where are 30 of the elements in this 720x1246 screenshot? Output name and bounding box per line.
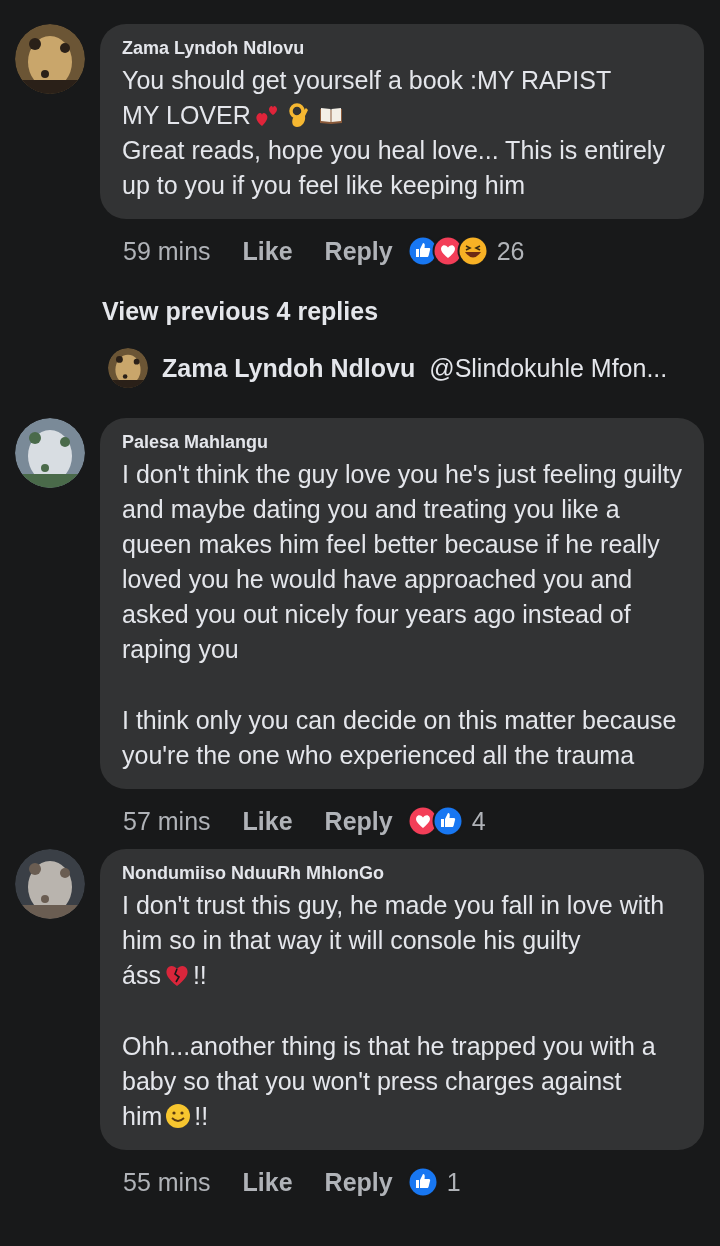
reaction-count: 26 xyxy=(496,236,525,266)
comment-text: MY LOVER xyxy=(122,101,251,129)
like-link[interactable]: Like xyxy=(242,236,293,266)
reaction-count: 4 xyxy=(471,806,486,836)
comment-time: 57 mins xyxy=(123,806,211,836)
author-name: Palesa Mahlangu xyxy=(122,432,270,453)
reply-link[interactable]: Reply xyxy=(324,1167,393,1197)
like-reaction-icon xyxy=(431,805,464,837)
comment-text: áss xyxy=(122,961,161,989)
reaction-count: 1 xyxy=(446,1167,461,1197)
comment-text: !! xyxy=(192,961,207,989)
comment-text: I think only you can decide on this matter because you're the one who experienced all the trauma xyxy=(122,706,677,769)
like-link[interactable]: Like xyxy=(242,1167,293,1197)
like-link[interactable]: Like xyxy=(242,806,293,836)
comment-time: 59 mins xyxy=(123,236,211,266)
comment-text: I don't think the guy love you he's just feeling guilty and maybe dating you and treating you like a queen makes him feel better because if he really loved you he would have approached you and asked you out nicely four years ago instead of raping you xyxy=(122,460,682,663)
author-name: Zama Lyndoh Ndlovu xyxy=(122,38,306,59)
haha-reaction-icon xyxy=(456,235,489,267)
author-name: Zama Lyndoh Ndlovu xyxy=(162,353,416,383)
author-name: Nondumiiso NduuRh MhlonGo xyxy=(122,863,385,884)
comment-text: him xyxy=(122,1102,163,1130)
reply-link[interactable]: Reply xyxy=(324,806,393,836)
smiley-icon xyxy=(165,1103,192,1129)
reply-preview-text: @Slindokuhle Mfon... xyxy=(429,353,668,383)
comment-text: !! xyxy=(194,1102,209,1130)
reply-link[interactable]: Reply xyxy=(324,236,393,266)
comment-time: 55 mins xyxy=(123,1167,211,1197)
comment-text: You should get yourself a book :MY RAPIST xyxy=(122,66,612,94)
view-replies-link[interactable]: View previous 4 replies xyxy=(0,267,720,326)
comment-text: Great reads, hope you heal love... This is entirely up to you if you feel like keeping him xyxy=(122,136,665,199)
